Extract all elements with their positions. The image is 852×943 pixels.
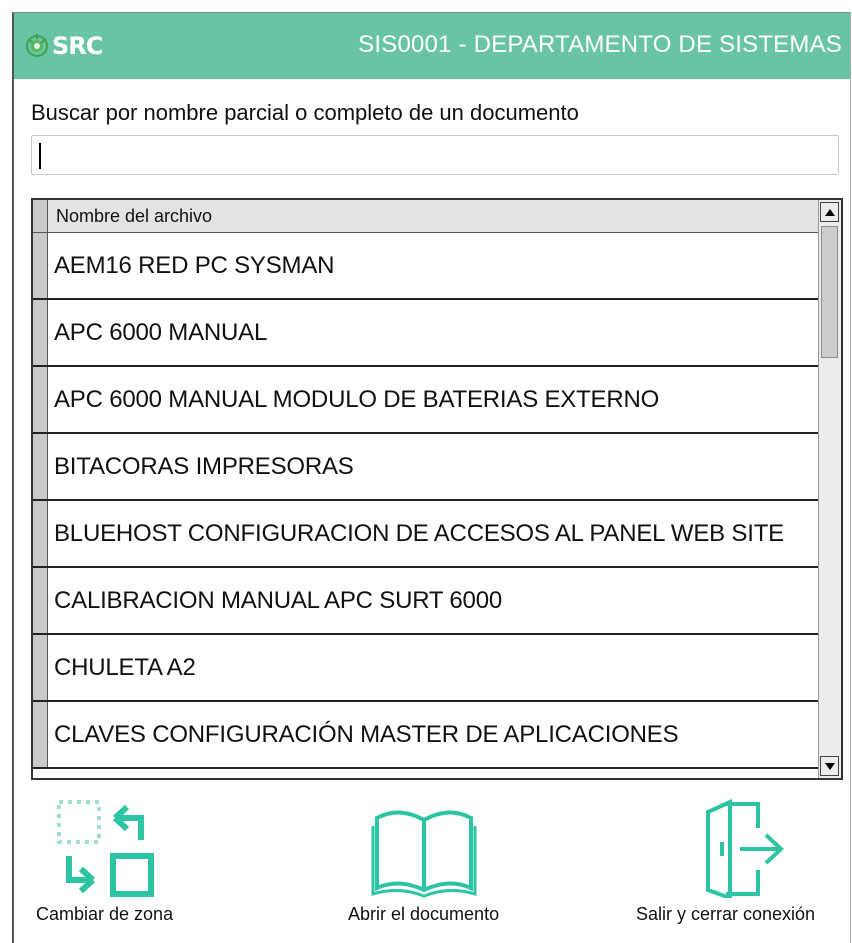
text-caret: [39, 143, 41, 169]
open-book-icon: [371, 810, 477, 898]
row-selector[interactable]: [33, 568, 48, 633]
row-selector[interactable]: [33, 501, 48, 566]
row-selector[interactable]: [33, 702, 48, 767]
change-zone-button[interactable]: Cambiar de zona: [36, 798, 173, 925]
search-input[interactable]: [31, 135, 839, 175]
exit-label: Salir y cerrar conexión: [636, 904, 816, 924]
column-header-filename[interactable]: Nombre del archivo: [48, 200, 819, 232]
arrow-up-icon: [824, 208, 835, 216]
table-row[interactable]: AEM16 RED PC SYSMAN: [33, 233, 819, 300]
row-selector[interactable]: [33, 367, 48, 432]
table-cell-filename[interactable]: CALIBRACION MANUAL APC SURT 6000: [48, 568, 819, 633]
table-row[interactable]: CLAVES CONFIGURACIÓN MASTER DE APLICACIO…: [33, 702, 819, 769]
table-cell-filename[interactable]: BITACORAS IMPRESORAS: [48, 434, 819, 499]
arrow-down-icon: [824, 762, 835, 770]
table-cell-filename[interactable]: APC 6000 MANUAL: [48, 300, 819, 365]
scroll-thumb[interactable]: [821, 226, 838, 358]
documents-table[interactable]: Nombre del archivo AEM16 RED PC SYSMAN A…: [31, 198, 843, 780]
table-row[interactable]: CHULETA A2: [33, 635, 819, 702]
open-document-button[interactable]: Abrir el documento: [348, 798, 499, 925]
table-row[interactable]: BLUEHOST CONFIGURACION DE ACCESOS AL PAN…: [33, 501, 819, 568]
table-header: Nombre del archivo: [33, 200, 819, 233]
row-selector[interactable]: [33, 434, 48, 499]
exit-door-icon: [705, 798, 784, 898]
change-zone-label: Cambiar de zona: [36, 904, 174, 924]
row-selector[interactable]: [33, 233, 48, 298]
table-rows: AEM16 RED PC SYSMAN APC 6000 MANUAL APC …: [33, 233, 819, 769]
table-cell-filename[interactable]: BLUEHOST CONFIGURACION DE ACCESOS AL PAN…: [48, 501, 819, 566]
scroll-down-button[interactable]: [820, 756, 839, 776]
table-cell-filename[interactable]: CHULETA A2: [48, 635, 819, 700]
app-window: SRC SIS0001 - DEPARTAMENTO DE SISTEMAS B…: [12, 12, 851, 943]
search-label: Buscar por nombre parcial o completo de …: [31, 100, 579, 125]
table-cell-filename[interactable]: APC 6000 MANUAL MODULO DE BATERIAS EXTER…: [48, 367, 819, 432]
row-selector[interactable]: [33, 300, 48, 365]
scroll-up-button[interactable]: [820, 202, 839, 222]
logo-text: SRC: [52, 32, 103, 60]
open-document-label: Abrir el documento: [348, 904, 500, 924]
exit-button[interactable]: Salir y cerrar conexión: [636, 798, 815, 925]
logo: SRC: [24, 27, 103, 65]
swap-zone-icon: [56, 800, 154, 897]
row-selector[interactable]: [33, 635, 48, 700]
table-row[interactable]: CALIBRACION MANUAL APC SURT 6000: [33, 568, 819, 635]
app-header: SRC SIS0001 - DEPARTAMENTO DE SISTEMAS: [14, 13, 850, 79]
row-header-gutter: [33, 200, 48, 232]
window-title: SIS0001 - DEPARTAMENTO DE SISTEMAS: [358, 31, 842, 58]
logo-icon: [26, 34, 48, 57]
table-row[interactable]: APC 6000 MANUAL: [33, 300, 819, 367]
vertical-scrollbar[interactable]: [818, 200, 841, 778]
table-cell-filename[interactable]: CLAVES CONFIGURACIÓN MASTER DE APLICACIO…: [48, 702, 819, 767]
table-row[interactable]: APC 6000 MANUAL MODULO DE BATERIAS EXTER…: [33, 367, 819, 434]
table-row[interactable]: BITACORAS IMPRESORAS: [33, 434, 819, 501]
table-cell-filename[interactable]: AEM16 RED PC SYSMAN: [48, 233, 819, 298]
